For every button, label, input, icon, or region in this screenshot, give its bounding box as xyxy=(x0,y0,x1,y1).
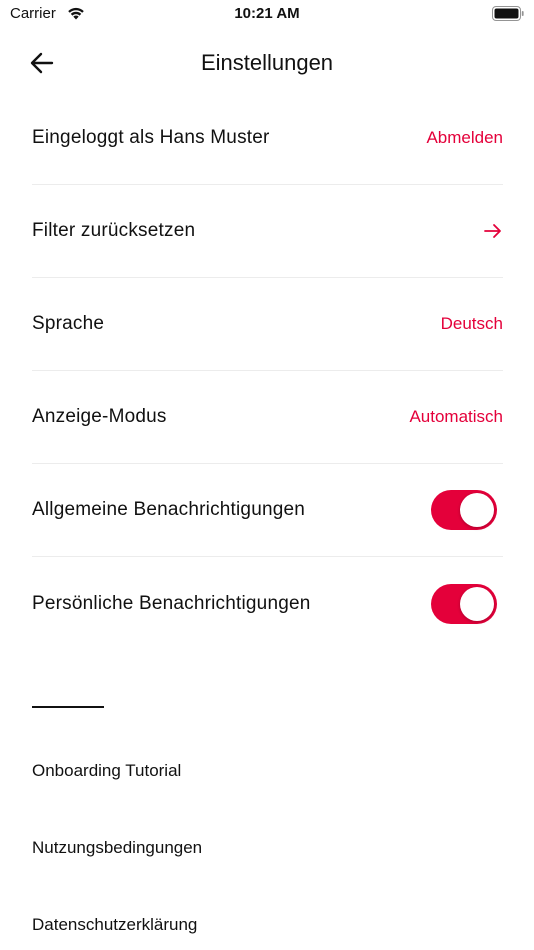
settings-row-general-notifications: Allgemeine Benachrichtigungen xyxy=(32,464,503,557)
settings-list: Eingeloggt als Hans Muster Abmelden Filt… xyxy=(32,92,503,650)
link-terms-of-use[interactable]: Nutzungsbedingungen xyxy=(32,809,503,886)
toggle-knob xyxy=(460,493,494,527)
section-divider xyxy=(32,706,104,708)
general-notifications-label: Allgemeine Benachrichtigungen xyxy=(32,499,306,520)
account-label: Eingeloggt als Hans Muster xyxy=(32,127,270,148)
display-mode-selector[interactable]: Automatisch xyxy=(409,407,503,427)
link-onboarding-tutorial[interactable]: Onboarding Tutorial xyxy=(32,732,503,809)
language-label: Sprache xyxy=(32,313,105,334)
reset-filter-label: Filter zurücksetzen xyxy=(32,220,196,241)
status-bar: Carrier 10:21 AM xyxy=(0,0,534,30)
clock: 10:21 AM xyxy=(234,5,300,22)
general-notifications-toggle[interactable] xyxy=(431,490,497,530)
arrow-right-icon[interactable] xyxy=(483,223,503,239)
language-selector[interactable]: Deutsch xyxy=(441,314,503,334)
info-links: Onboarding Tutorial Nutzungsbedingungen … xyxy=(32,732,503,950)
logout-button[interactable]: Abmelden xyxy=(426,128,503,148)
navigation-bar: Einstellungen xyxy=(0,40,534,86)
settings-row-display-mode: Anzeige-Modus Automatisch xyxy=(32,371,503,464)
personal-notifications-label: Persönliche Benachrichtigungen xyxy=(32,592,311,614)
personal-notifications-toggle[interactable] xyxy=(431,583,497,624)
settings-row-personal-notifications: Persönliche Benachrichtigungen xyxy=(32,557,503,650)
settings-row-language: Sprache Deutsch xyxy=(32,278,503,371)
link-privacy-policy[interactable]: Datenschutzerklärung xyxy=(32,886,503,950)
page-title: Einstellungen xyxy=(200,50,334,75)
battery-icon xyxy=(492,6,524,21)
toggle-knob xyxy=(460,586,494,621)
settings-row-account: Eingeloggt als Hans Muster Abmelden xyxy=(32,92,503,185)
display-mode-label: Anzeige-Modus xyxy=(32,406,167,427)
settings-row-reset-filter[interactable]: Filter zurücksetzen xyxy=(32,185,503,278)
